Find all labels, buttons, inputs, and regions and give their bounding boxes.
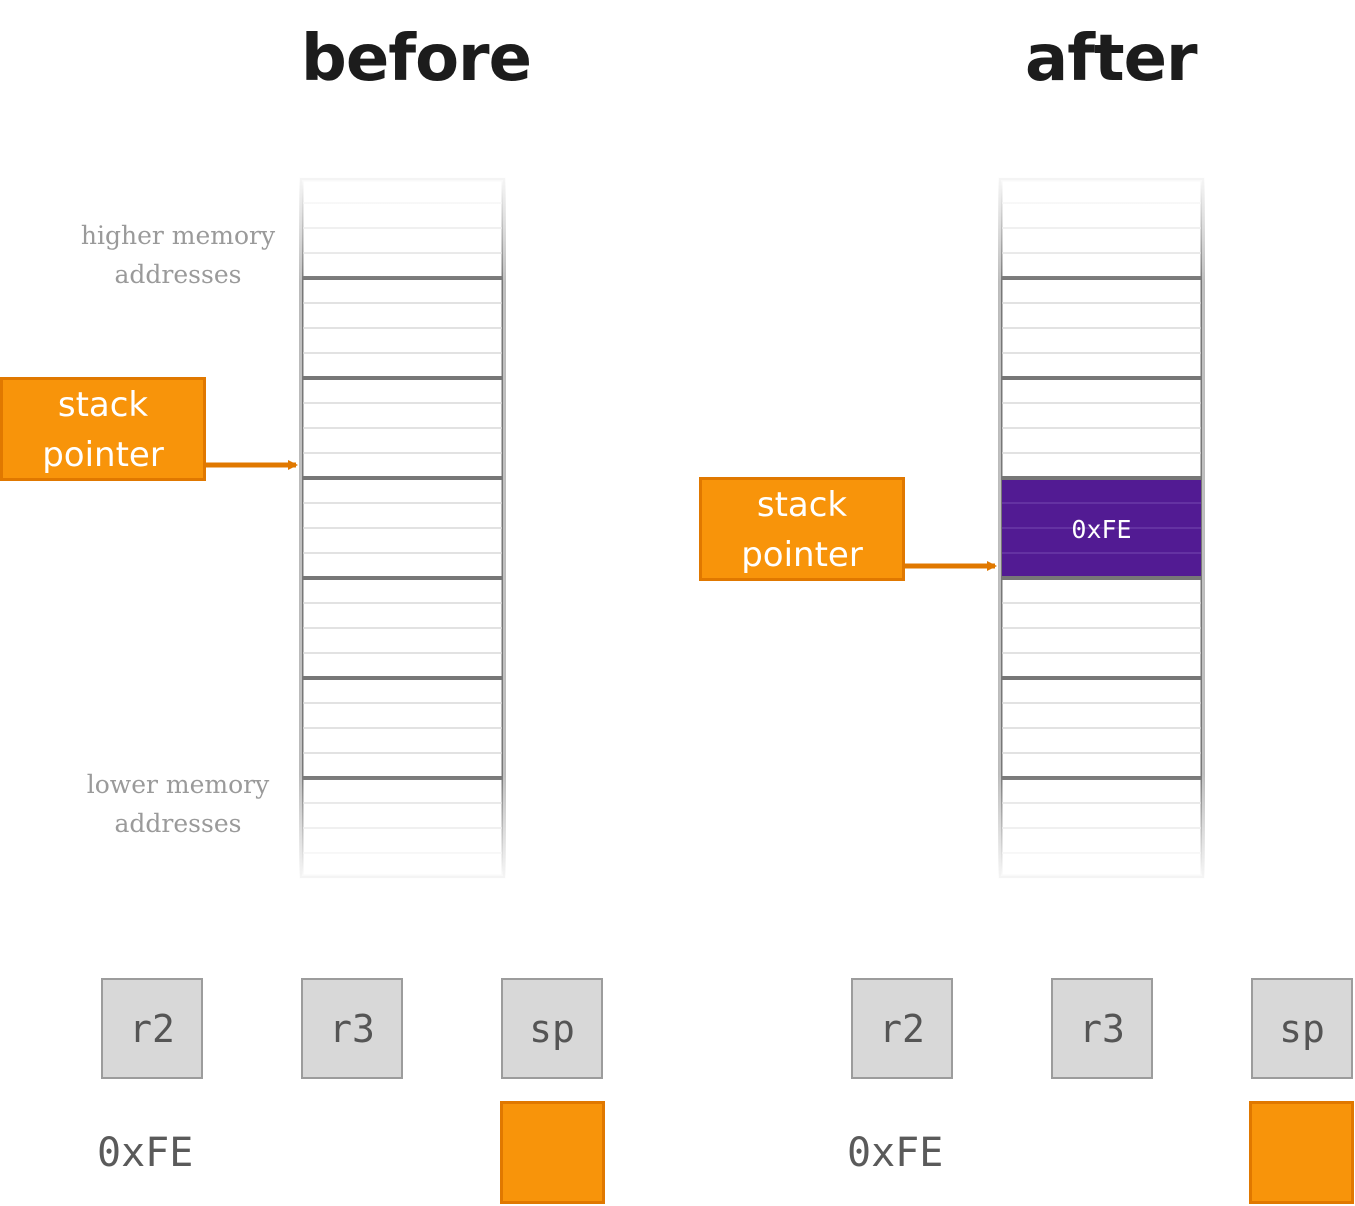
register-r2-after: r2 [851, 978, 953, 1079]
higher-memory-line1: higher memory [80, 221, 276, 250]
register-r3-before: r3 [301, 978, 403, 1079]
stack-pointer-box-after: stack pointer [699, 477, 905, 581]
lower-memory-line2: addresses [114, 809, 242, 838]
stack-pointer-label-line1: stack [756, 485, 848, 525]
higher-memory-label: higher memory addresses [68, 216, 288, 294]
stack-before [298, 176, 507, 880]
lower-memory-label: lower memory addresses [68, 765, 288, 843]
register-r2-before: r2 [101, 978, 203, 1079]
stack-pointer-label-line2: pointer [42, 435, 164, 475]
register-r3-after: r3 [1051, 978, 1153, 1079]
stack-fade [298, 176, 507, 880]
register-sp-before: sp [501, 978, 603, 1079]
pushed-cell-value: 0xFE [1071, 514, 1132, 544]
r2-value-before: 0xFE [97, 1130, 194, 1176]
r2-value-after: 0xFE [847, 1130, 944, 1176]
stack-pointer-label-line2: pointer [741, 535, 863, 575]
sp-value-after [1249, 1101, 1354, 1204]
stack-pointer-label-line1: stack [57, 385, 149, 425]
register-sp-after: sp [1251, 978, 1353, 1079]
higher-memory-line2: addresses [114, 260, 242, 289]
lower-memory-line1: lower memory [86, 770, 270, 799]
sp-value-before [500, 1101, 605, 1204]
stack-pointer-box-before: stack pointer [0, 377, 206, 481]
